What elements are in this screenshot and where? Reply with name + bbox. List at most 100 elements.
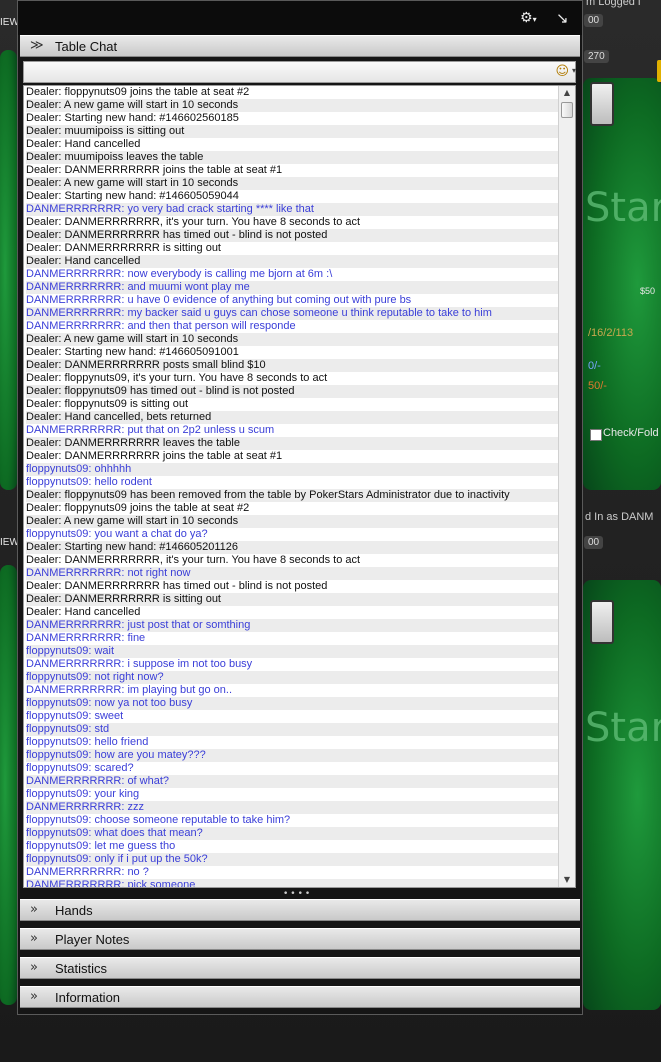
scroll-up-icon[interactable]: ▲ bbox=[559, 86, 575, 100]
player-notes-title: Player Notes bbox=[55, 932, 130, 947]
chat-line: floppynuts09: scared? bbox=[26, 762, 134, 774]
chat-line: DANMERRRRRRR: pick someone bbox=[26, 879, 560, 887]
chat-line: Dealer: A new game will start in 10 seco… bbox=[26, 177, 560, 190]
chat-line: floppynuts09: now ya not too busy bbox=[26, 697, 560, 710]
chat-panel: ⚙▾ ↘ ≫ Table Chat ☺ ▾ Dealer: floppynuts… bbox=[17, 0, 583, 1015]
information-title: Information bbox=[55, 990, 121, 1005]
chat-line: floppynuts09: std bbox=[26, 723, 560, 736]
chat-line: Dealer: A new game will start in 10 seco… bbox=[26, 333, 560, 346]
card-stack-top bbox=[590, 82, 614, 126]
chat-line: floppynuts09: hello rodent bbox=[26, 476, 152, 488]
chat-line: DANMERRRRRRR: just post that or somthing bbox=[26, 619, 560, 632]
hands-title: Hands bbox=[55, 903, 93, 918]
chat-line: Dealer: Hand cancelled bbox=[26, 255, 560, 268]
chat-line: Dealer: A new game will start in 10 seco… bbox=[26, 99, 560, 112]
information-header[interactable]: » Information bbox=[20, 986, 580, 1008]
hands-header[interactable]: » Hands bbox=[20, 899, 580, 921]
player-notes-header[interactable]: » Player Notes bbox=[20, 928, 580, 950]
chat-line: Dealer: DANMERRRRRRR joins the table at … bbox=[26, 164, 283, 176]
expand-chevron-icon: » bbox=[30, 989, 38, 1004]
chat-line: DANMERRRRRRR: i suppose im not too busy bbox=[26, 658, 253, 670]
chat-line: DANMERRRRRRR: no ? bbox=[26, 866, 149, 878]
scroll-thumb[interactable] bbox=[561, 102, 573, 118]
expand-chevron-icon: » bbox=[30, 960, 38, 975]
chat-line: Dealer: Starting new hand: #146605059044 bbox=[26, 190, 239, 202]
chat-line: DANMERRRRRRR: and then that person will … bbox=[26, 320, 296, 332]
table-felt-right-bottom bbox=[583, 580, 661, 1010]
pokerstars-logo-bottom: Star bbox=[585, 705, 661, 751]
chat-line: Dealer: Starting new hand: #146605201126 bbox=[26, 541, 560, 554]
panel-toolbar: ⚙▾ ↘ bbox=[18, 1, 582, 35]
stats-row-1: /16/2/113 bbox=[588, 327, 634, 339]
check-fold-checkbox[interactable] bbox=[590, 429, 602, 441]
pokerstars-logo-top: Star bbox=[585, 185, 661, 231]
chat-line: Dealer: DANMERRRRRRR has timed out - bli… bbox=[26, 229, 560, 242]
emoji-dropdown-icon[interactable]: ▾ bbox=[572, 66, 576, 75]
chat-line: DANMERRRRRRR: yo very bad crack starting… bbox=[26, 203, 560, 216]
table-felt-left-top bbox=[0, 50, 17, 490]
chat-line: Dealer: Hand cancelled, bets returned bbox=[26, 411, 560, 424]
chat-lines: Dealer: floppynuts09 joins the table at … bbox=[26, 86, 560, 887]
statistics-title: Statistics bbox=[55, 961, 108, 976]
chat-line: Dealer: DANMERRRRRRR posts small blind $… bbox=[26, 359, 560, 372]
chat-scrollbar[interactable]: ▲ ▼ bbox=[558, 86, 575, 887]
counter-270: 270 bbox=[584, 50, 609, 63]
chat-line: DANMERRRRRRR: and muumi wont play me bbox=[26, 281, 560, 294]
table-felt-left-bottom bbox=[0, 565, 17, 1005]
chip-top-right bbox=[657, 60, 661, 82]
chat-line: Dealer: floppynuts09 joins the table at … bbox=[26, 502, 250, 514]
statistics-header[interactable]: » Statistics bbox=[20, 957, 580, 979]
chat-line: DANMERRRRRRR: of what? bbox=[26, 775, 560, 788]
card-stack-bottom bbox=[590, 600, 614, 644]
chat-line: Dealer: Hand cancelled bbox=[26, 138, 141, 150]
collapse-chevron-icon: ≫ bbox=[30, 38, 44, 53]
logged-in-text: d In as DANM bbox=[585, 511, 654, 523]
chat-line: DANMERRRRRRR: put that on 2p2 unless u s… bbox=[26, 424, 275, 436]
chat-line: floppynuts09: ohhhhh bbox=[26, 463, 560, 476]
chat-line: DANMERRRRRRR: fine bbox=[26, 632, 146, 644]
gear-icon[interactable]: ⚙▾ bbox=[520, 9, 542, 27]
chat-line: floppynuts09: not right now? bbox=[26, 671, 560, 684]
undock-arrow-icon[interactable]: ↘ bbox=[556, 9, 572, 27]
chat-line: floppynuts09: sweet bbox=[26, 710, 124, 722]
chat-line: Dealer: DANMERRRRRRR is sitting out bbox=[26, 242, 221, 254]
chat-line: floppynuts09: hello friend bbox=[26, 736, 149, 748]
chat-line: DANMERRRRRRR: u have 0 evidence of anyth… bbox=[26, 294, 412, 306]
chat-line: floppynuts09: what does that mean? bbox=[26, 827, 560, 840]
stats-row-3: 50/- bbox=[588, 380, 607, 392]
chat-line: Dealer: DANMERRRRRRR has timed out - bli… bbox=[26, 580, 328, 592]
chat-line: Dealer: Hand cancelled bbox=[26, 606, 141, 618]
seat-amount: $50 bbox=[640, 286, 656, 296]
chat-line: Dealer: DANMERRRRRRR is sitting out bbox=[26, 593, 560, 606]
top-right-status: m Logged i bbox=[586, 0, 641, 8]
chat-line: Dealer: floppynuts09 joins the table at … bbox=[26, 86, 250, 98]
chat-line: Dealer: DANMERRRRRRR, it's your turn. Yo… bbox=[26, 216, 361, 228]
counter-bottom: 00 bbox=[584, 536, 604, 549]
stats-row-2: 0/- bbox=[588, 360, 601, 372]
chat-line: floppynuts09: let me guess tho bbox=[26, 840, 176, 852]
chat-line: DANMERRRRRRR: zzz bbox=[26, 801, 560, 814]
chat-line: Dealer: A new game will start in 10 seco… bbox=[26, 515, 560, 528]
chat-line: DANMERRRRRRR: im playing but go on.. bbox=[26, 684, 233, 696]
chat-line: Dealer: floppynuts09, it's your turn. Yo… bbox=[26, 372, 328, 384]
chat-line: Dealer: Starting new hand: #146605091001 bbox=[26, 346, 239, 358]
chat-line: Dealer: floppynuts09 is sitting out bbox=[26, 398, 189, 410]
scroll-down-icon[interactable]: ▼ bbox=[559, 873, 575, 887]
smiley-icon[interactable]: ☺ bbox=[555, 64, 569, 79]
chat-line: Dealer: DANMERRRRRRR joins the table at … bbox=[26, 450, 283, 462]
chat-line: Dealer: DANMERRRRRRR, it's your turn. Yo… bbox=[26, 554, 361, 566]
chat-line: Dealer: muumipoiss leaves the table bbox=[26, 151, 560, 164]
chat-line: Dealer: floppynuts09 has been removed fr… bbox=[26, 489, 560, 502]
table-chat-header[interactable]: ≫ Table Chat bbox=[20, 35, 580, 57]
chat-line: floppynuts09: you want a chat do ya? bbox=[26, 528, 208, 540]
chat-line: floppynuts09: choose someone reputable t… bbox=[26, 814, 291, 826]
chat-line: Dealer: DANMERRRRRRR leaves the table bbox=[26, 437, 560, 450]
chat-line: DANMERRRRRRR: now everybody is calling m… bbox=[26, 268, 333, 280]
chat-input[interactable]: ☺ ▾ bbox=[23, 61, 576, 83]
chat-line: Dealer: Starting new hand: #146602560185 bbox=[26, 112, 239, 124]
chat-log: Dealer: floppynuts09 joins the table at … bbox=[23, 85, 576, 888]
chat-line: Dealer: muumipoiss is sitting out bbox=[26, 125, 560, 138]
resize-grip[interactable]: •••• bbox=[283, 890, 317, 899]
chat-line: DANMERRRRRRR: not right now bbox=[26, 567, 560, 580]
chat-line: floppynuts09: how are you matey??? bbox=[26, 749, 560, 762]
